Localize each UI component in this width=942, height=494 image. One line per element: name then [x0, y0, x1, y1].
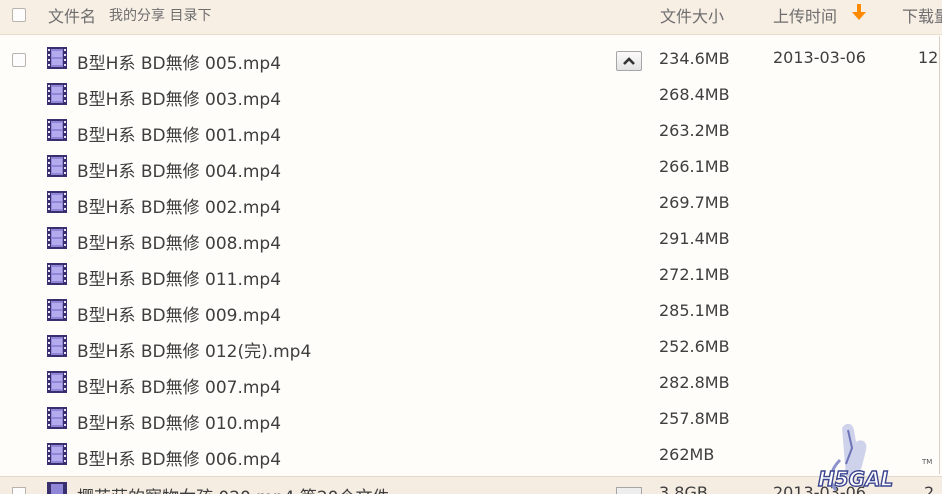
file-row[interactable]: B型H系 BD無修 009.mp4 285.1MB: [0, 298, 760, 334]
next-group-checkbox[interactable]: [12, 487, 26, 494]
h5gal-watermark-logo: H5GAL TM: [817, 423, 932, 492]
file-size: 257.8MB: [659, 409, 730, 428]
video-file-icon: [47, 155, 67, 177]
video-file-icon: [47, 191, 67, 213]
file-row[interactable]: B型H系 BD無修 007.mp4 282.8MB: [0, 370, 760, 406]
file-name-link[interactable]: B型H系 BD無修 009.mp4: [77, 301, 281, 326]
sort-descending-arrow-icon[interactable]: [851, 2, 867, 22]
file-name-link[interactable]: B型H系 BD無修 005.mp4: [77, 49, 281, 74]
file-size: 234.6MB: [659, 49, 730, 68]
file-row[interactable]: B型H系 BD無修 004.mp4 266.1MB: [0, 154, 760, 190]
file-row[interactable]: B型H系 BD無修 003.mp4 268.4MB: [0, 82, 760, 118]
column-filename-subtitle: 我的分享 目录下: [109, 8, 212, 24]
next-group-size: 3.8GB: [659, 483, 708, 494]
file-name-link[interactable]: B型H系 BD無修 011.mp4: [77, 265, 281, 290]
file-row[interactable]: B型H系 BD無修 005.mp4 234.6MB: [0, 46, 760, 82]
file-name-link[interactable]: B型H系 BD無修 004.mp4: [77, 157, 281, 182]
file-name-link[interactable]: B型H系 BD無修 007.mp4: [77, 373, 281, 398]
video-file-icon: [47, 299, 67, 321]
column-upload-time[interactable]: 上传时间: [773, 3, 837, 27]
file-name-link[interactable]: B型H系 BD無修 012(完).mp4: [77, 337, 311, 362]
file-size: 252.6MB: [659, 337, 730, 356]
file-size: 263.2MB: [659, 121, 730, 140]
file-row[interactable]: B型H系 BD無修 011.mp4 272.1MB: [0, 262, 760, 298]
video-file-icon: [47, 482, 67, 494]
column-downloads[interactable]: 下载量: [902, 3, 942, 27]
file-size: 291.4MB: [659, 229, 730, 248]
next-group-row[interactable]: 樱花莊的寵物女孩 020.mp4 等20个文件 3.8GB 2013-03-06…: [0, 476, 942, 494]
file-name-link[interactable]: B型H系 BD無修 010.mp4: [77, 409, 281, 434]
video-file-icon: [47, 371, 67, 393]
file-size: 285.1MB: [659, 301, 730, 320]
file-name-link[interactable]: B型H系 BD無修 002.mp4: [77, 193, 281, 218]
file-list-page: 文件名 我的分享 目录下 文件大小 上传时间 下载量 2013-03-06 12…: [0, 0, 942, 494]
svg-text:TM: TM: [921, 458, 932, 466]
file-size: 262MB: [659, 445, 715, 464]
video-file-icon: [47, 227, 67, 249]
video-file-icon: [47, 443, 67, 465]
video-file-icon: [47, 263, 67, 285]
video-file-icon: [47, 335, 67, 357]
file-row[interactable]: B型H系 BD無修 012(完).mp4 252.6MB: [0, 334, 760, 370]
list-header: 文件名 我的分享 目录下 文件大小 上传时间 下载量: [0, 0, 942, 35]
file-row[interactable]: B型H系 BD無修 008.mp4 291.4MB: [0, 226, 760, 262]
column-filesize[interactable]: 文件大小: [660, 3, 724, 27]
next-group-name[interactable]: 樱花莊的寵物女孩 020.mp4 等20个文件: [77, 483, 389, 494]
download-count: 12: [918, 48, 939, 67]
video-file-icon: [47, 119, 67, 141]
column-filename[interactable]: 文件名: [48, 3, 96, 27]
video-file-icon: [47, 407, 67, 429]
file-size: 282.8MB: [659, 373, 730, 392]
expand-next-group-button[interactable]: [616, 487, 642, 494]
file-name-link[interactable]: B型H系 BD無修 003.mp4: [77, 85, 281, 110]
file-size: 272.1MB: [659, 265, 730, 284]
file-row[interactable]: B型H系 BD無修 001.mp4 263.2MB: [0, 118, 760, 154]
file-name-link[interactable]: B型H系 BD無修 008.mp4: [77, 229, 281, 254]
file-name-link[interactable]: B型H系 BD無修 006.mp4: [77, 445, 281, 470]
file-size: 269.7MB: [659, 193, 730, 212]
video-file-icon: [47, 47, 67, 69]
video-file-icon: [47, 83, 67, 105]
svg-text:H5GAL: H5GAL: [818, 467, 893, 491]
file-row[interactable]: B型H系 BD無修 006.mp4 262MB: [0, 442, 760, 478]
file-size: 268.4MB: [659, 85, 730, 104]
select-all-checkbox[interactable]: [12, 8, 26, 22]
file-row[interactable]: B型H系 BD無修 010.mp4 257.8MB: [0, 406, 760, 442]
upload-date: 2013-03-06: [773, 48, 866, 67]
file-row[interactable]: B型H系 BD無修 002.mp4 269.7MB: [0, 190, 760, 226]
file-name-link[interactable]: B型H系 BD無修 001.mp4: [77, 121, 281, 146]
file-size: 266.1MB: [659, 157, 730, 176]
column-divider: [939, 36, 940, 474]
